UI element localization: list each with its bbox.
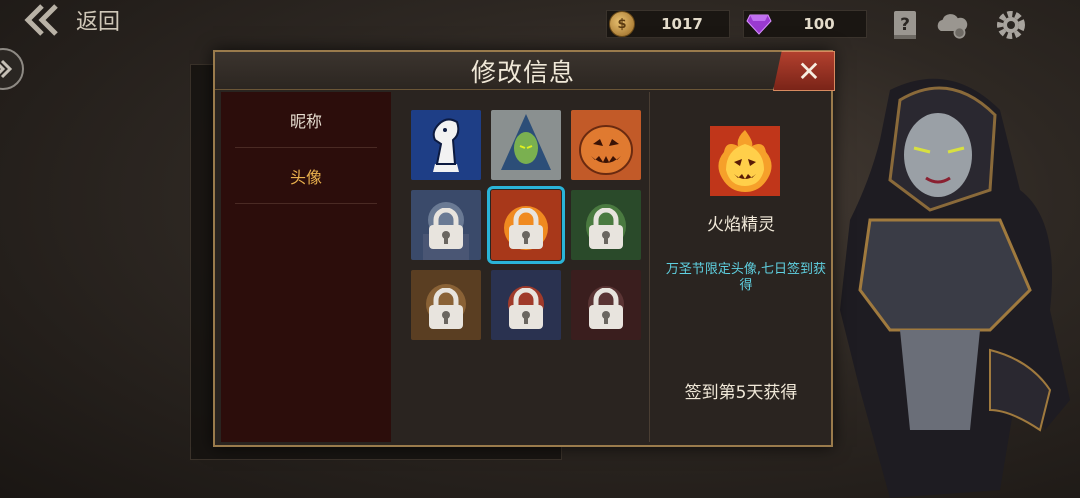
padlock-icon xyxy=(509,208,543,250)
modal-header: 修改信息 xyxy=(215,52,831,90)
gear-icon[interactable] xyxy=(994,8,1028,42)
purple-gem-icon xyxy=(746,14,772,35)
side-menu-toggle[interactable] xyxy=(0,48,24,90)
avatar-name: 火焰精灵 xyxy=(707,215,775,235)
dark-knight-avatar[interactable] xyxy=(571,270,641,340)
gem-value: 100 xyxy=(803,15,835,33)
menu-item-label: 头像 xyxy=(289,167,322,187)
gold-value: 1017 xyxy=(661,15,703,33)
padlock-icon xyxy=(429,288,463,330)
padlock-icon xyxy=(429,208,463,250)
menu-item-nickname[interactable]: 昵称 xyxy=(235,92,377,148)
gold-coin-icon: $ xyxy=(609,11,635,37)
back-label: 返回 xyxy=(76,10,121,35)
edit-info-modal: 修改信息 ✕ 昵称 头像 火焰精灵 万圣节限定头像,七日签到获得 签到第5天获得 xyxy=(213,50,835,447)
help-book-icon[interactable]: ? xyxy=(888,8,922,42)
modal-title: 修改信息 xyxy=(470,57,575,87)
menu-item-avatar[interactable]: 头像 xyxy=(235,148,377,204)
avatar-grid xyxy=(393,92,649,442)
hooded-elf-avatar[interactable] xyxy=(491,110,561,180)
hero-character-art xyxy=(840,78,1070,498)
left-menu: 昵称 头像 xyxy=(221,92,391,442)
bear-warrior-avatar[interactable] xyxy=(411,270,481,340)
hooded-elf-icon xyxy=(491,110,561,180)
knight-avatar[interactable] xyxy=(411,190,481,260)
avatar-detail-panel: 火焰精灵 万圣节限定头像,七日签到获得 签到第5天获得 xyxy=(651,92,831,442)
white-horse-avatar[interactable] xyxy=(411,110,481,180)
knight-chess-icon xyxy=(411,110,481,180)
svg-text:?: ? xyxy=(900,15,910,35)
fire-spirit-avatar[interactable] xyxy=(487,186,565,264)
unlock-condition: 签到第5天获得 xyxy=(684,383,798,403)
double-chevron-right-icon xyxy=(0,59,13,79)
double-chevron-left-icon xyxy=(24,4,58,36)
pumpkin-avatar[interactable] xyxy=(571,110,641,180)
close-button[interactable]: ✕ xyxy=(773,51,835,91)
gem-counter: 100 xyxy=(743,10,867,38)
padlock-icon xyxy=(589,208,623,250)
red-hero-avatar[interactable] xyxy=(491,270,561,340)
fire-spirit-icon xyxy=(710,126,780,196)
cloud-settings-icon[interactable] xyxy=(934,8,968,42)
forest-beast-avatar[interactable] xyxy=(571,190,641,260)
close-icon: ✕ xyxy=(797,54,821,88)
gold-counter: $ 1017 xyxy=(606,10,730,38)
padlock-icon xyxy=(589,288,623,330)
avatar-description: 万圣节限定头像,七日签到获得 xyxy=(665,262,827,293)
panel-divider xyxy=(649,92,650,442)
padlock-icon xyxy=(509,288,543,330)
back-button[interactable]: 返回 xyxy=(24,4,120,36)
menu-item-label: 昵称 xyxy=(289,111,322,131)
pumpkin-icon xyxy=(571,110,641,180)
